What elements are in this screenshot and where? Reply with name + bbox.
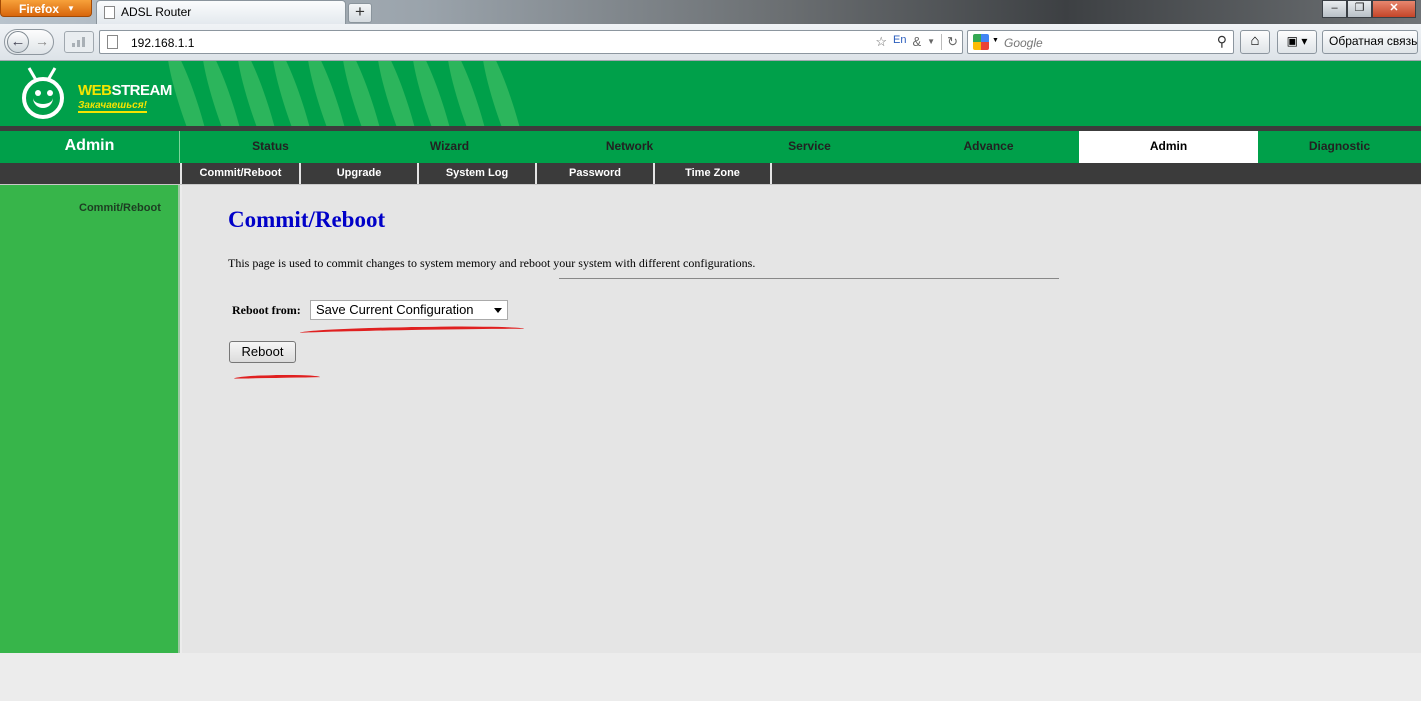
browser-titlebar: Firefox ▼ ADSL Router + – ❐ ✕ (0, 0, 1421, 24)
reboot-from-select[interactable]: Save Current Configuration (310, 300, 508, 320)
sub-menu: Commit/Reboot Upgrade System Log Passwor… (0, 163, 1421, 185)
bookmarks-icon[interactable]: ▣ ▾ (1277, 30, 1317, 54)
tab-wizard[interactable]: Wizard (360, 131, 539, 163)
back-arrow-icon[interactable]: ← (7, 31, 29, 53)
page-title: Commit/Reboot (228, 207, 386, 232)
maximize-button[interactable]: ❐ (1347, 0, 1372, 18)
tab-diagnostic[interactable]: Diagnostic (1258, 131, 1421, 163)
chevron-down-icon (494, 308, 502, 313)
reboot-button[interactable]: Reboot (229, 341, 296, 363)
search-bar[interactable]: ▼ Google ⚲ (967, 30, 1234, 54)
chevron-down-icon[interactable]: ▼ (927, 34, 935, 50)
logo-web: WEB (78, 82, 112, 99)
feedback-button[interactable]: Обратная связь (1322, 30, 1418, 54)
top-menu: Admin Status Wizard Network Service Adva… (0, 126, 1421, 163)
firefox-menu-label: Firefox (19, 1, 60, 16)
minimize-button[interactable]: – (1322, 0, 1347, 18)
chevron-down-icon: ▼ (67, 4, 75, 13)
main-content: Commit/Reboot This page is used to commi… (182, 185, 1421, 653)
tab-status[interactable]: Status (181, 131, 360, 163)
sidebar-item-commit-reboot[interactable]: Commit/Reboot (79, 202, 161, 214)
router-banner: WEBSTREAM Закачаешься! (0, 61, 1421, 126)
logo-tagline: Закачаешься! (78, 100, 147, 113)
subtab-commit-reboot[interactable]: Commit/Reboot (180, 163, 299, 184)
subtab-password[interactable]: Password (535, 163, 653, 184)
smiley-icon (22, 77, 64, 119)
forward-arrow-icon[interactable]: → (35, 33, 49, 49)
search-icon[interactable]: ⚲ (1217, 33, 1227, 50)
browser-navbar: ← → 192.168.1.1 ☆ En & ▼ ↻ ▼ Google ⚲ ⌂ … (0, 24, 1421, 61)
translate-icon[interactable]: En (893, 34, 906, 50)
page-description: This page is used to commit changes to s… (228, 256, 756, 270)
browser-tab[interactable]: ADSL Router (96, 0, 346, 24)
signal-bars-icon[interactable] (64, 31, 94, 53)
tab-advance[interactable]: Advance (899, 131, 1078, 163)
tab-admin[interactable]: Admin (1079, 131, 1258, 163)
page-icon (107, 35, 118, 49)
address-bar[interactable]: 192.168.1.1 ☆ En & ▼ ↻ (99, 30, 963, 54)
red-annotation-underline (299, 325, 525, 337)
page-icon (104, 6, 115, 19)
reboot-from-label: Reboot from: (232, 303, 301, 317)
subtab-system-log[interactable]: System Log (417, 163, 535, 184)
window-controls: – ❐ ✕ (1322, 0, 1416, 18)
close-button[interactable]: ✕ (1372, 0, 1416, 18)
subtab-upgrade[interactable]: Upgrade (299, 163, 417, 184)
tab-service[interactable]: Service (720, 131, 899, 163)
home-icon[interactable]: ⌂ (1240, 30, 1270, 54)
reload-icon[interactable]: ↻ (941, 34, 958, 50)
tab-title: ADSL Router (121, 5, 192, 19)
url-text[interactable]: 192.168.1.1 (131, 36, 194, 50)
submenu-divider (770, 163, 772, 184)
star-icon[interactable]: ☆ (875, 34, 887, 50)
page-bottom (0, 653, 1421, 701)
sidebar: Commit/Reboot (0, 185, 180, 653)
google-icon[interactable] (973, 34, 989, 50)
new-tab-button[interactable]: + (348, 3, 372, 23)
search-placeholder: Google (1004, 36, 1043, 50)
reboot-from-value: Save Current Configuration (316, 302, 474, 317)
section-title: Admin (0, 131, 180, 163)
back-forward-group: ← → (4, 29, 54, 55)
logo-stream: STREAM (111, 82, 173, 99)
firefox-menu-button[interactable]: Firefox ▼ (0, 0, 92, 17)
tab-network[interactable]: Network (540, 131, 719, 163)
red-annotation-underline (233, 374, 321, 382)
divider (559, 278, 1059, 279)
chevron-down-icon[interactable]: ▼ (992, 37, 999, 44)
subtab-time-zone[interactable]: Time Zone (653, 163, 770, 184)
ampersand-icon[interactable]: & (913, 34, 922, 50)
